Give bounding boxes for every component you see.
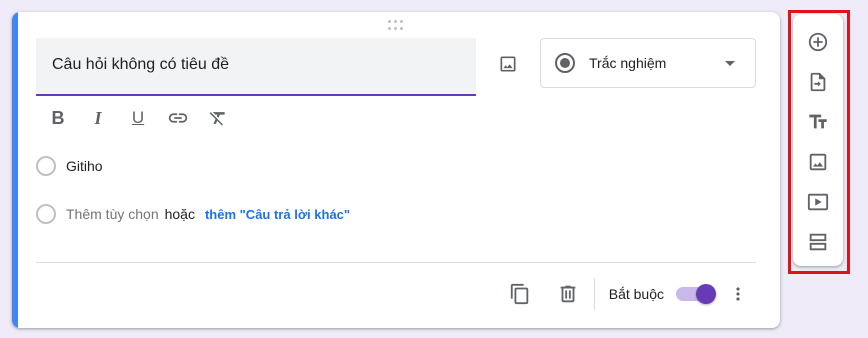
copy-icon [510,283,528,305]
clear-formatting-button[interactable] [206,106,230,130]
card-active-indicator [12,12,18,328]
italic-button[interactable]: I [86,106,110,130]
trash-icon [560,285,576,303]
underline-button[interactable]: U [126,106,150,130]
title-text-icon [809,114,827,129]
question-type-dropdown[interactable]: Trắc nghiệm [540,38,756,88]
section-icon [809,233,827,251]
image-icon [809,153,827,171]
option-label[interactable]: Gitiho [66,158,103,174]
duplicate-button[interactable] [504,278,536,310]
add-other-option-link[interactable]: thêm "Câu trả lời khác" [205,207,350,222]
add-video-button[interactable] [802,186,834,218]
or-label: hoặc [164,206,195,222]
question-type-label: Trắc nghiệm [589,55,667,71]
add-image-to-question-button[interactable] [492,48,524,80]
drag-handle-icon[interactable] [388,20,404,32]
bold-button[interactable]: B [46,106,70,130]
chevron-down-icon [725,61,735,66]
footer-divider [36,262,756,263]
import-questions-button[interactable] [802,66,834,98]
more-options-button[interactable] [726,278,750,310]
question-title-field[interactable]: Câu hỏi không có tiêu đề [36,38,476,96]
add-option-link[interactable]: Thêm tùy chọn [66,206,159,222]
delete-button[interactable] [552,278,584,310]
option-radio-icon [36,156,56,176]
add-section-button[interactable] [802,226,834,258]
toggle-knob [696,284,716,304]
footer-separator [593,278,595,310]
add-option-row: Thêm tùy chọn hoặc thêm "Câu trả lời khá… [36,202,350,226]
image-icon [500,56,516,72]
question-footer: Bắt buộc [504,278,750,310]
required-toggle[interactable] [676,284,716,304]
add-circle-icon [808,32,828,52]
video-icon [807,193,829,211]
clear-formatting-icon [209,112,225,126]
side-toolbar [793,14,843,266]
option-row[interactable]: Gitiho [36,154,103,178]
question-title-text: Câu hỏi không có tiêu đề [52,56,230,73]
more-vert-icon [736,287,740,301]
required-label: Bắt buộc [608,286,664,302]
add-title-button[interactable] [802,106,834,138]
link-icon [168,113,188,123]
link-button[interactable] [166,106,190,130]
add-image-button[interactable] [802,146,834,178]
question-card[interactable]: Câu hỏi không có tiêu đề Trắc nghiệm B I… [12,12,780,328]
add-question-button[interactable] [802,26,834,58]
radio-button-icon [555,53,575,73]
option-radio-icon [36,204,56,224]
text-format-toolbar: B I U [46,106,230,130]
import-icon [810,72,826,92]
